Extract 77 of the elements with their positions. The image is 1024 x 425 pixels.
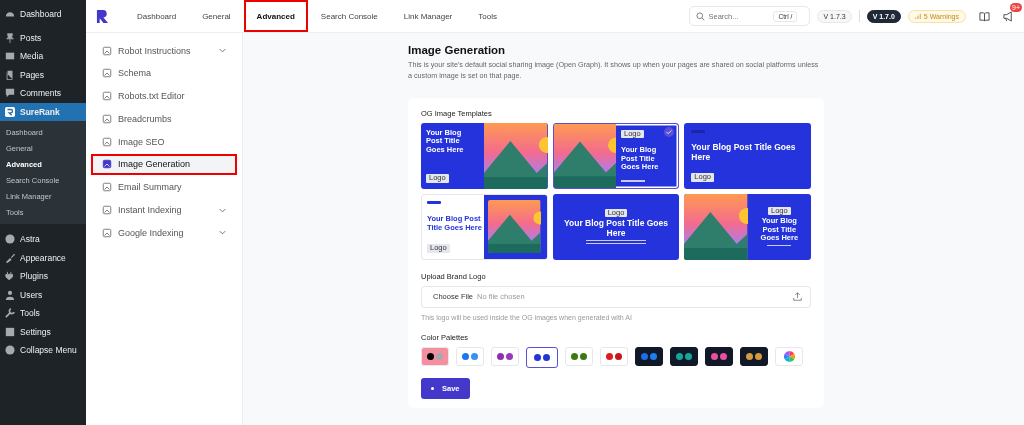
admin-menu-label: Posts xyxy=(20,32,42,43)
admin-menu-item[interactable]: Pages xyxy=(0,65,86,84)
admin-menu-label: Media xyxy=(20,51,44,62)
admin-menu-label: Appearance xyxy=(20,252,66,263)
admin-menu-item[interactable]: Astra xyxy=(0,230,86,249)
signal-bars-icon xyxy=(914,13,921,19)
admin-menu-label: Astra xyxy=(20,234,40,245)
admin-menu-item[interactable]: Appearance xyxy=(0,248,86,267)
admin-menu-item[interactable]: Users xyxy=(0,285,86,304)
admin-menu-item[interactable]: Dashboard xyxy=(0,5,86,24)
r-logo-icon xyxy=(5,106,15,117)
nav-tab[interactable]: General xyxy=(189,0,244,32)
palette-option[interactable] xyxy=(705,346,733,366)
megaphone-icon[interactable] xyxy=(1003,10,1014,22)
url-line xyxy=(767,244,792,247)
pin-icon xyxy=(5,32,15,43)
nav-tab[interactable]: Advanced xyxy=(243,0,308,32)
upload-icon xyxy=(793,292,802,302)
admin-menu-item[interactable]: Posts xyxy=(0,28,86,47)
wrench-icon xyxy=(5,308,15,319)
color-wheel-icon xyxy=(783,350,795,362)
palette-option[interactable] xyxy=(635,346,663,366)
nav-tab[interactable]: Link Manager xyxy=(390,0,466,32)
palette-option[interactable] xyxy=(670,346,698,366)
book-icon[interactable] xyxy=(979,10,990,22)
settings-nav-item[interactable]: Email Summary xyxy=(91,176,237,198)
search-icon xyxy=(696,11,706,21)
settings-nav-item[interactable]: Robot Instructions xyxy=(91,40,237,61)
page-title: Image Generation xyxy=(408,44,507,56)
admin-menu-item[interactable]: Settings xyxy=(0,322,86,341)
admin-menu-label: Pages xyxy=(20,69,45,80)
admin-menu-label: Dashboard xyxy=(20,9,62,20)
admin-menu-label: Settings xyxy=(20,326,51,337)
settings-nav-item[interactable]: Schema xyxy=(91,62,237,84)
checkmark-icon xyxy=(664,126,675,137)
admin-menu-label: Plugins xyxy=(20,271,48,282)
settings-nav-item[interactable]: Image Generation xyxy=(91,154,237,175)
admin-menu-label: Comments xyxy=(20,88,62,99)
admin-menu-item[interactable]: Plugins xyxy=(0,267,86,286)
mountain-scene-drawing xyxy=(484,122,548,189)
mountain-scene-drawing xyxy=(684,193,748,260)
settings-nav-item[interactable]: Image SEO xyxy=(91,131,237,153)
tag-bar xyxy=(427,200,441,204)
admin-menu-item[interactable]: SureRank xyxy=(0,102,86,121)
admin-menu-item[interactable]: Comments xyxy=(0,84,86,103)
image-icon xyxy=(102,136,112,147)
admin-menu-label: Collapse Menu xyxy=(20,345,77,356)
settings-nav-item[interactable]: Google Indexing xyxy=(91,222,237,244)
person-icon xyxy=(5,289,15,300)
url-line xyxy=(621,180,645,182)
description-lines xyxy=(586,240,646,245)
admin-menu-label: Users xyxy=(20,289,43,300)
speech-bubble-icon xyxy=(5,88,15,99)
plug-icon xyxy=(5,271,15,282)
admin-menu-item[interactable]: Collapse Menu xyxy=(0,341,86,360)
admin-menu-label: Tools xyxy=(20,308,40,319)
brush-icon xyxy=(5,252,15,263)
template-title: Your Blog Post Title Goes Here xyxy=(691,143,797,163)
settings-nav-item[interactable]: Instant Indexing xyxy=(91,199,237,221)
mountain-scene-drawing xyxy=(553,123,616,188)
nav-tab[interactable]: Dashboard xyxy=(124,0,190,32)
admin-menu-item[interactable]: Tools xyxy=(0,304,86,323)
palette-option[interactable] xyxy=(526,346,558,368)
template-title: Your Blog Post Title Goes Here xyxy=(562,218,669,239)
pages-icon xyxy=(5,69,15,80)
settings-nav-item[interactable]: Breadcrumbs xyxy=(91,108,237,130)
nav-tab[interactable]: Search Console xyxy=(307,0,391,32)
tag-bar xyxy=(691,129,706,133)
image-icon xyxy=(102,159,112,170)
settings-nav-item[interactable]: Robots.txt Editor xyxy=(91,85,237,107)
r-logo-icon xyxy=(96,8,109,24)
admin-menu-label: SureRank xyxy=(20,106,60,117)
gauge-icon xyxy=(5,9,15,20)
nav-tab[interactable]: Tools xyxy=(465,0,510,32)
palette-option[interactable] xyxy=(740,346,768,366)
admin-menu-item[interactable]: Media xyxy=(0,47,86,66)
mountain-scene-drawing xyxy=(488,199,541,254)
